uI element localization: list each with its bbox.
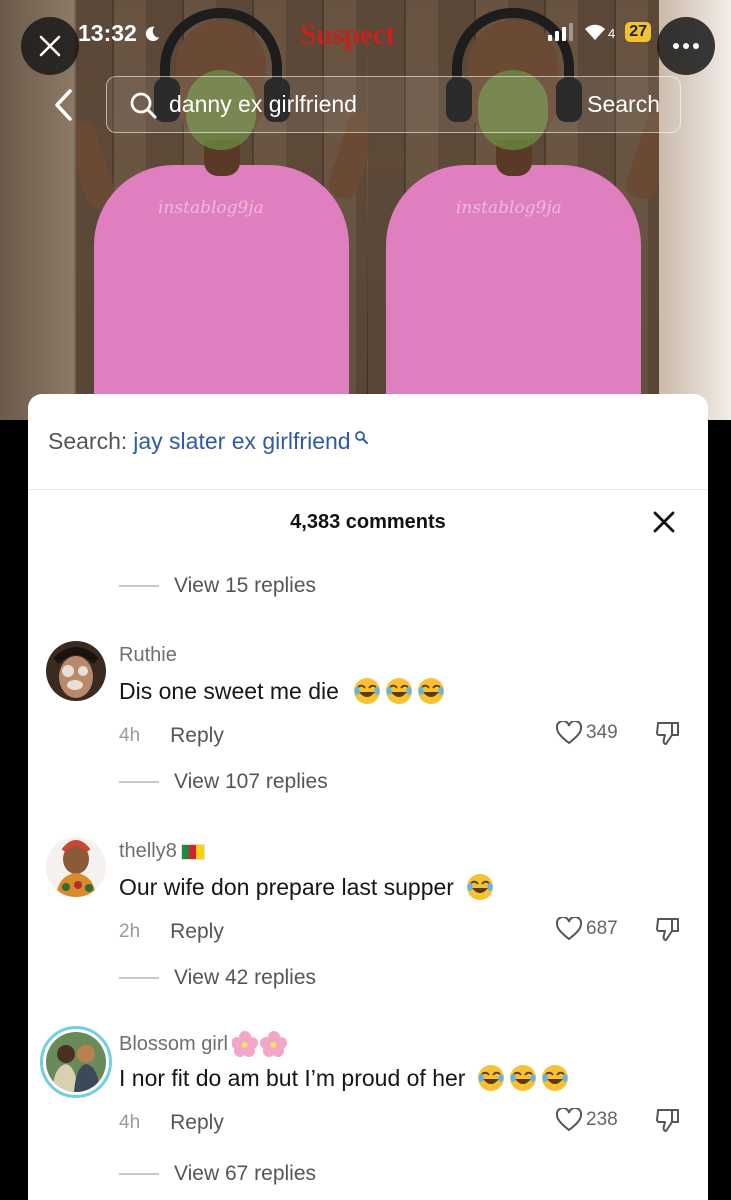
comment-username[interactable]: thelly8	[119, 840, 205, 863]
comment-text: Dis one sweet me die	[119, 677, 445, 705]
comment-age: 4h	[119, 725, 141, 746]
more-icon	[673, 43, 699, 49]
like-button[interactable]: 349	[556, 721, 618, 745]
wifi-icon	[585, 24, 605, 40]
reply-button[interactable]: Reply	[170, 724, 224, 748]
comments-sheet: Search: jay slater ex girlfriend 4,383 c…	[28, 394, 708, 1200]
view-replies-link[interactable]: View 15 replies	[119, 574, 316, 598]
moon-icon	[145, 26, 160, 41]
close-icon	[39, 35, 61, 57]
comment-username[interactable]: Blossom girl	[119, 1031, 288, 1057]
video-background[interactable]: instablog9ja instablog9ja Suspect	[0, 0, 731, 420]
laughing-emoji-icon	[353, 678, 380, 704]
heart-icon	[556, 917, 582, 941]
comment-age: 2h	[119, 921, 141, 942]
comment-item: Blossom girl I nor fit do am but I’m pro…	[28, 1026, 708, 1178]
heart-icon	[556, 721, 582, 745]
dislike-icon[interactable]	[655, 720, 681, 746]
avatar[interactable]	[46, 641, 106, 701]
cameroon-flag-icon	[180, 843, 205, 860]
comment-meta: 4h Reply	[119, 724, 224, 748]
status-time: 13:32	[78, 20, 161, 47]
search-query[interactable]: danny ex girlfriend	[169, 91, 587, 118]
wifi-label: 4	[608, 26, 616, 41]
laughing-emoji-icon	[478, 1065, 505, 1091]
comment-item: Ruthie Dis one sweet me die 4h Reply 349	[28, 641, 708, 791]
comment-meta: 4h Reply	[119, 1111, 224, 1135]
battery-level: 27	[625, 22, 652, 42]
comment-age: 4h	[119, 1112, 141, 1133]
watermark-text: instablog9ja	[456, 198, 562, 218]
signal-icon	[548, 23, 573, 41]
watermark-text: instablog9ja	[158, 198, 264, 218]
related-search-prefix: Search:	[48, 428, 128, 454]
reply-button[interactable]: Reply	[170, 1111, 224, 1135]
cherry-blossom-icon	[231, 1031, 287, 1057]
comment-count: 4,383 comments	[290, 511, 446, 533]
laughing-emoji-icon	[510, 1065, 537, 1091]
heart-icon	[556, 1108, 582, 1132]
search-icon	[354, 430, 368, 444]
view-replies-link[interactable]: View 42 replies	[119, 966, 316, 990]
laughing-emoji-icon	[417, 678, 444, 704]
like-button[interactable]: 687	[556, 917, 618, 941]
related-search[interactable]: Search: jay slater ex girlfriend	[48, 428, 368, 455]
view-replies-label: View 42 replies	[174, 966, 317, 989]
like-count: 687	[586, 918, 618, 939]
avatar[interactable]	[40, 1026, 112, 1098]
more-button[interactable]	[657, 17, 715, 75]
search-button[interactable]: Search	[587, 91, 660, 118]
laughing-emoji-icon	[542, 1065, 569, 1091]
avatar[interactable]	[46, 837, 106, 897]
laughing-emoji-icon	[466, 874, 493, 900]
dislike-icon[interactable]	[655, 1107, 681, 1133]
status-indicators: 4 27	[548, 22, 652, 42]
view-replies-label: View 67 replies	[174, 1162, 317, 1185]
time-text: 13:32	[78, 20, 137, 46]
comment-item: thelly8 Our wife don prepare last supper…	[28, 837, 708, 987]
close-icon[interactable]	[652, 510, 676, 534]
video-panel-right: instablog9ja	[368, 0, 659, 395]
reply-button[interactable]: Reply	[170, 920, 224, 944]
close-button[interactable]	[21, 17, 79, 75]
view-replies-label: View 15 replies	[174, 574, 317, 597]
comment-meta: 2h Reply	[119, 920, 224, 944]
video-overlay-title: Suspect	[300, 18, 395, 51]
like-count: 238	[586, 1109, 618, 1130]
like-count: 349	[586, 722, 618, 743]
divider	[28, 489, 708, 490]
video-frame: instablog9ja instablog9ja	[76, 0, 659, 395]
search-bar[interactable]: danny ex girlfriend Search	[106, 76, 681, 133]
search-icon	[130, 92, 157, 118]
view-replies-label: View 107 replies	[174, 770, 328, 793]
comment-username[interactable]: Ruthie	[119, 644, 177, 667]
related-search-term[interactable]: jay slater ex girlfriend	[133, 428, 350, 455]
comment-text: Our wife don prepare last supper	[119, 873, 494, 901]
view-replies-link[interactable]: View 67 replies	[119, 1162, 316, 1186]
laughing-emoji-icon	[385, 678, 412, 704]
video-panel-left: instablog9ja	[76, 0, 382, 395]
view-replies-link[interactable]: View 107 replies	[119, 770, 328, 794]
dislike-icon[interactable]	[655, 916, 681, 942]
back-chevron-icon[interactable]	[50, 88, 80, 122]
comment-text: I nor fit do am but I’m proud of her	[119, 1064, 569, 1092]
like-button[interactable]: 238	[556, 1108, 618, 1132]
